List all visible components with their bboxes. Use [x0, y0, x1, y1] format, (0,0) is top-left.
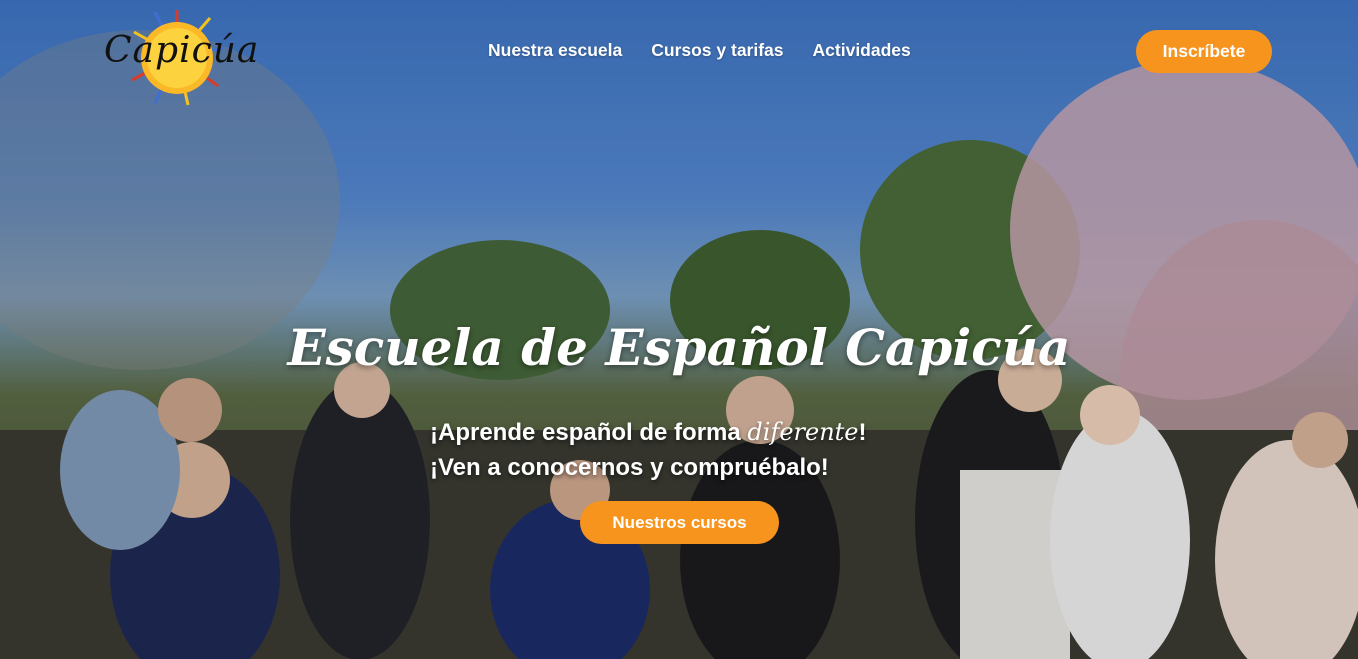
- nav-item-cursos-y-tarifas[interactable]: Cursos y tarifas: [651, 40, 783, 61]
- hero-title: Escuela de Español Capicúa: [287, 318, 1071, 377]
- nav-item-nuestra-escuela[interactable]: Nuestra escuela: [488, 40, 622, 61]
- main-nav: Nuestra escuela Cursos y tarifas Activid…: [488, 40, 911, 61]
- our-courses-button[interactable]: Nuestros cursos: [580, 501, 779, 544]
- subtitle-suffix: !: [858, 419, 867, 446]
- hero-subtitle-line-2: ¡Ven a conocernos y compruébalo!: [430, 454, 829, 481]
- subtitle-emphasis: diferente: [747, 418, 859, 446]
- subtitle-prefix: ¡Aprende español de forma: [430, 419, 748, 446]
- nav-item-actividades[interactable]: Actividades: [813, 40, 911, 61]
- signup-button[interactable]: Inscríbete: [1136, 30, 1272, 73]
- hero-subtitle-line-1: ¡Aprende español de forma diferente!: [430, 418, 867, 447]
- brand-name: Capicúa: [104, 30, 260, 71]
